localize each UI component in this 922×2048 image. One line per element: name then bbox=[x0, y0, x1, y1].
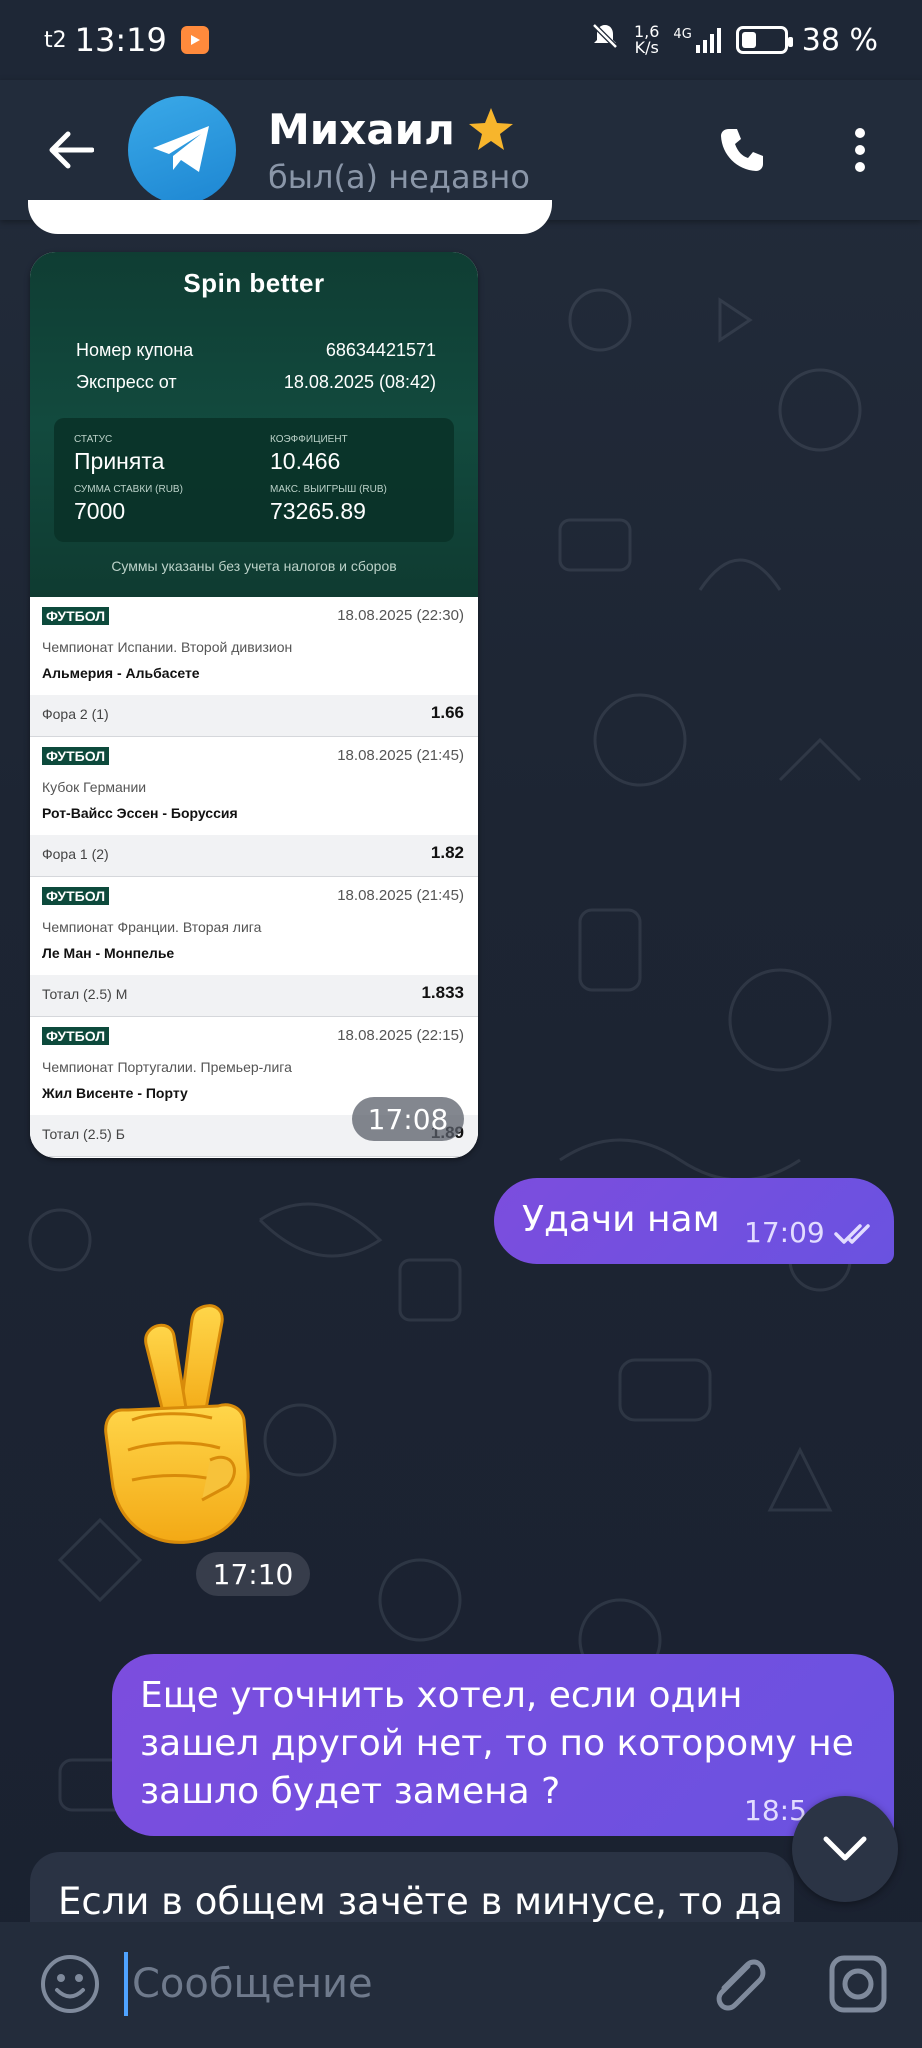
message-text: Удачи нам bbox=[522, 1199, 720, 1240]
previous-message-bubble[interactable] bbox=[28, 200, 552, 234]
contact-name-row: Михаил bbox=[268, 105, 530, 154]
bet-league: Кубок Германии bbox=[42, 779, 147, 795]
bet-market: Фора 1 (2) 1.82 bbox=[30, 835, 478, 877]
back-arrow-icon bbox=[49, 131, 94, 169]
double-check-icon bbox=[834, 1224, 870, 1244]
message-composer: Сообщение bbox=[0, 1922, 922, 2048]
outgoing-message[interactable]: Удачи нам 17:09 bbox=[494, 1178, 894, 1264]
contact-info[interactable]: Михаил был(а) недавно bbox=[268, 105, 530, 196]
bet-league: Чемпионат Португалии. Премьер-лига bbox=[42, 1059, 292, 1075]
bet-item: ФУТБОЛ 18.08.2025 (21:45) Чемпионат Фран… bbox=[30, 877, 478, 1017]
coupon-summary: Spin better Номер купона 68634421571 Экс… bbox=[30, 252, 478, 597]
bet-match: Рот-Вайсс Эссен - Боруссия bbox=[42, 805, 238, 821]
back-button[interactable] bbox=[36, 115, 106, 185]
message-text: Если в общем зачёте в минусе, то да bbox=[58, 1880, 783, 1923]
bet-type: Тотал (2.5) М bbox=[42, 986, 128, 1002]
star-icon bbox=[468, 108, 513, 150]
bet-type: Фора 1 (2) bbox=[42, 846, 109, 862]
message-time: 18:5 bbox=[744, 1794, 807, 1827]
bet-match: Ле Ман - Монпелье bbox=[42, 945, 175, 961]
bet-odds: 1.66 bbox=[430, 703, 464, 722]
emoji-icon bbox=[41, 1955, 99, 2013]
avatar[interactable] bbox=[128, 96, 236, 204]
camera-icon bbox=[829, 1955, 887, 2013]
paperclip-icon bbox=[716, 1959, 766, 2011]
scroll-to-bottom-button[interactable] bbox=[792, 1796, 898, 1902]
bet-league: Чемпионат Франции. Вторая лига bbox=[42, 919, 262, 935]
status-value: Принята bbox=[74, 448, 165, 474]
bet-sport-badge: ФУТБОЛ bbox=[42, 607, 110, 625]
coef-value: 10.466 bbox=[270, 448, 341, 474]
net-speed: 1,6 K/s bbox=[634, 24, 659, 56]
emoji-button[interactable] bbox=[36, 1950, 104, 2018]
phone-icon bbox=[721, 129, 763, 171]
tax-note: Суммы указаны без учета налогов и сборов bbox=[111, 558, 397, 574]
message-input[interactable]: Сообщение bbox=[124, 1952, 664, 2016]
bet-sport-badge: ФУТБОЛ bbox=[42, 1027, 110, 1045]
contact-name: Михаил bbox=[268, 104, 455, 154]
bet-match: Жил Висенте - Порту bbox=[42, 1085, 188, 1101]
bet-date: 18.08.2025 (21:45) bbox=[337, 887, 464, 904]
coupon-number-label: Номер купона bbox=[76, 340, 194, 360]
bet-type: Фора 2 (1) bbox=[42, 706, 109, 722]
media-play-icon bbox=[180, 26, 209, 54]
bet-sport-badge: ФУТБОЛ bbox=[42, 887, 110, 905]
attach-button[interactable] bbox=[700, 1946, 776, 2022]
doodle-pattern-icon bbox=[558, 288, 862, 1682]
network-type: 4G bbox=[673, 27, 692, 42]
bet-item: ФУТБОЛ 18.08.2025 (22:30) Чемпионат Испа… bbox=[30, 597, 478, 737]
outgoing-message[interactable]: Еще уточнить хотел, если один зашел друг… bbox=[112, 1654, 894, 1836]
bet-date: 18.08.2025 (21:45) bbox=[337, 747, 464, 764]
express-row: Экспресс от 18.08.2025 (08:42) bbox=[76, 372, 436, 393]
status-label: СТАТУС bbox=[74, 434, 113, 445]
coupon-message-time: 17:08 bbox=[352, 1097, 464, 1141]
stake-label: СУММА СТАВКИ (RUB) bbox=[74, 484, 183, 495]
bet-sport-badge: ФУТБОЛ bbox=[42, 747, 110, 765]
bet-date: 18.08.2025 (22:30) bbox=[337, 607, 464, 624]
coupon-number: 68634421571 bbox=[325, 340, 436, 360]
coef-label: КОЭФФИЦИЕНТ bbox=[270, 434, 348, 445]
message-time: 17:09 bbox=[744, 1216, 825, 1249]
express-date: 18.08.2025 (08:42) bbox=[283, 372, 436, 392]
bet-market: Тотал (2.5) М 1.833 bbox=[30, 975, 478, 1017]
bet-league: Чемпионат Испании. Второй дивизион bbox=[42, 639, 293, 655]
chat-header: Михаил был(а) недавно bbox=[0, 80, 922, 220]
chevron-down-icon bbox=[823, 1836, 867, 1861]
bet-item: ФУТБОЛ 18.08.2025 (21:45) Кубок Германии… bbox=[30, 737, 478, 877]
more-vertical-icon bbox=[855, 128, 865, 172]
status-time: 13:19 bbox=[74, 21, 167, 59]
more-options-button[interactable] bbox=[830, 116, 890, 184]
sticker-time: 17:10 bbox=[196, 1552, 310, 1596]
message-line: Еще уточнить хотел, если один bbox=[140, 1675, 743, 1716]
bet-odds: 1.82 bbox=[430, 843, 464, 862]
battery-percent: 38 % bbox=[801, 22, 878, 58]
bet-type: Тотал (2.5) Б bbox=[42, 1126, 125, 1142]
crossed-fingers-icon[interactable] bbox=[92, 1300, 262, 1550]
signal-icon: 4G bbox=[673, 27, 721, 53]
battery-icon bbox=[735, 26, 793, 54]
bet-date: 18.08.2025 (22:15) bbox=[337, 1027, 464, 1044]
express-label: Экспресс от bbox=[76, 372, 177, 392]
max-win-label: МАКС. ВЫИГРЫШ (RUB) bbox=[270, 484, 387, 495]
bet-market: Фора 2 (1) 1.66 bbox=[30, 695, 478, 737]
bet-odds: 1.833 bbox=[421, 983, 464, 1002]
contact-status: был(а) недавно bbox=[268, 157, 530, 196]
coupon-number-row: Номер купона 68634421571 bbox=[76, 340, 436, 361]
mute-bell-icon bbox=[590, 21, 620, 59]
stake-value: 7000 bbox=[74, 498, 126, 524]
brand-logo: Spin better bbox=[183, 268, 325, 298]
call-button[interactable] bbox=[708, 116, 776, 184]
status-bar: t2 13:19 1,6 K/s 4G 38 % bbox=[0, 0, 922, 80]
bet-match: Альмерия - Альбасете bbox=[42, 665, 200, 681]
message-line: зашел другой нет, то по которому не bbox=[140, 1723, 854, 1764]
telegram-plane-icon bbox=[153, 126, 209, 172]
coupon-image[interactable]: Spin better Номер купона 68634421571 Экс… bbox=[30, 252, 478, 1158]
net-speed-unit: K/s bbox=[634, 38, 659, 57]
max-win-value: 73265.89 bbox=[270, 498, 366, 524]
carrier-label: t2 bbox=[44, 27, 67, 53]
camera-button[interactable] bbox=[822, 1948, 894, 2020]
coupon-stats: СТАТУС Принята КОЭФФИЦИЕНТ 10.466 СУММА … bbox=[54, 418, 454, 542]
